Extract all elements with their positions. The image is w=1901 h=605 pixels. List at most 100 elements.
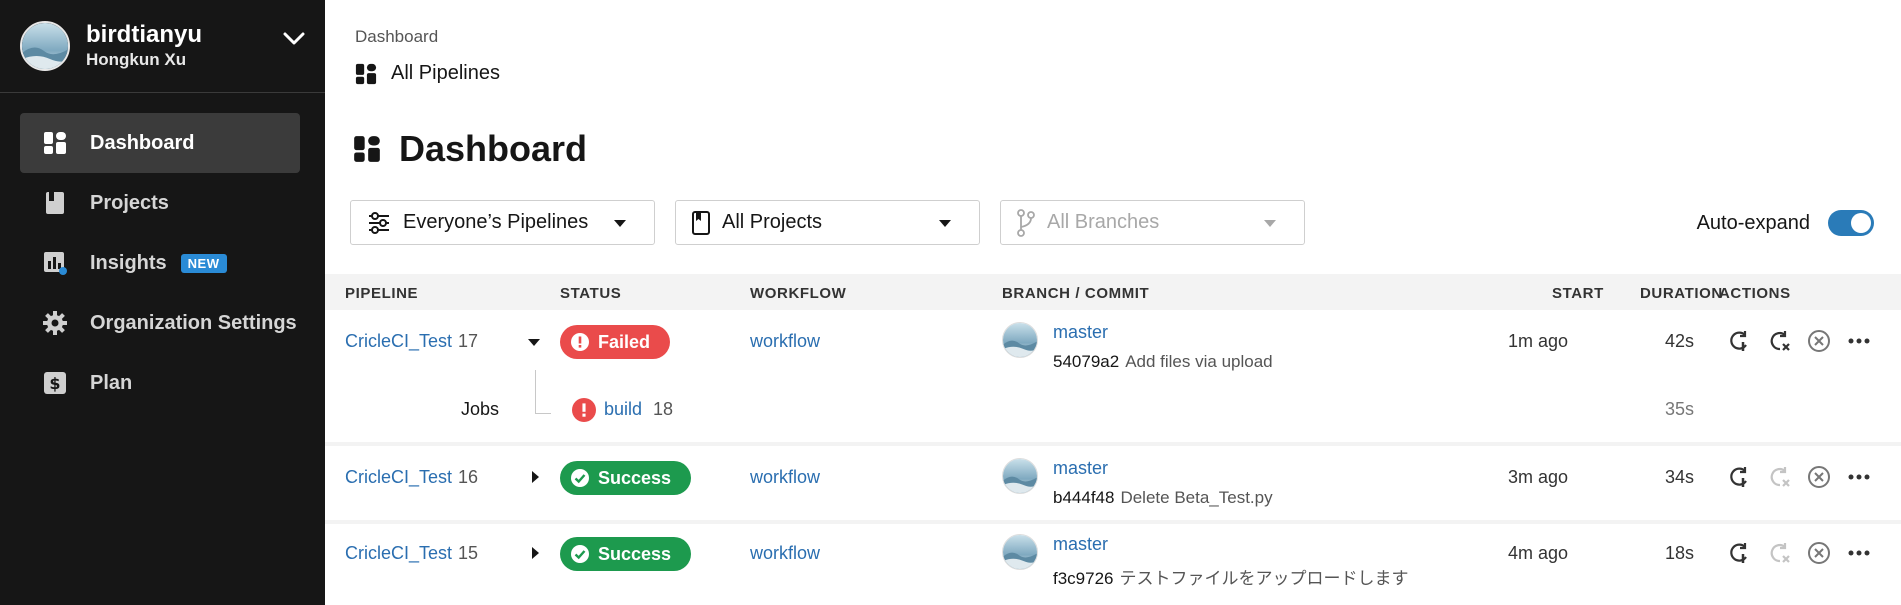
- status-badge[interactable]: Success: [560, 537, 692, 571]
- duration: 34s: [1664, 467, 1694, 487]
- commit-message: テストファイルをアップロードします: [1119, 569, 1409, 588]
- table-row: CricleCI_Test 17 Failed workflow master …: [325, 310, 1901, 445]
- toggle-knob: [1851, 213, 1871, 233]
- pipeline-project-link[interactable]: CricleCI_Test: [345, 331, 452, 352]
- table-row: CricleCI_Test 16 Success workflow master…: [325, 446, 1901, 522]
- status-label: Failed: [598, 331, 651, 352]
- sidebar-item-dashboard[interactable]: Dashboard: [20, 113, 300, 173]
- row-actions: [1727, 329, 1887, 353]
- header-start: START: [1552, 285, 1604, 302]
- branch-link[interactable]: master: [1053, 458, 1108, 479]
- cancel-icon[interactable]: [1807, 541, 1831, 565]
- sidebar-item-label: Projects: [90, 191, 169, 214]
- check-circle-icon: [570, 544, 590, 564]
- expand-icon[interactable]: [532, 471, 539, 483]
- new-badge: NEW: [180, 253, 227, 273]
- status-badge[interactable]: Failed: [560, 325, 671, 359]
- branches-filter-value: All Branches: [1047, 211, 1160, 233]
- dashboard-icon: [355, 63, 377, 85]
- pipeline-number: 17: [458, 331, 479, 351]
- header-pipeline: PIPELINE: [345, 285, 419, 302]
- job-link[interactable]: build: [604, 399, 642, 420]
- row-actions: [1727, 541, 1887, 565]
- rerun-failed-icon: [1767, 541, 1791, 565]
- projects-filter[interactable]: All Projects: [675, 200, 980, 245]
- branch-link[interactable]: master: [1053, 534, 1108, 555]
- page-title-text: Dashboard: [399, 128, 588, 169]
- dashboard-icon: [42, 130, 68, 156]
- pipeline-number: 15: [458, 543, 479, 563]
- sidebar-item-organization-settings[interactable]: Organization Settings: [20, 293, 300, 353]
- org-switcher[interactable]: birdtianyu Hongkun Xu: [0, 0, 325, 93]
- auto-expand-label: Auto-expand: [1696, 211, 1810, 234]
- commit-sha[interactable]: f3c9726: [1053, 569, 1114, 588]
- sidebar-item-label: Plan: [90, 371, 133, 394]
- chevron-down-icon[interactable]: [283, 32, 305, 51]
- commit-message: Add files via upload: [1125, 352, 1273, 371]
- breadcrumb-current: All Pipelines: [355, 62, 500, 85]
- commit-sha[interactable]: 54079a2: [1053, 352, 1119, 371]
- status-badge[interactable]: Success: [560, 461, 692, 495]
- branch-link[interactable]: master: [1053, 322, 1108, 343]
- job-duration: 35s: [1664, 399, 1694, 419]
- commit-info: 54079a2 Add files via upload: [1053, 352, 1273, 372]
- table-row: CricleCI_Test 15 Success workflow master…: [325, 522, 1901, 598]
- sidebar-item-label: Dashboard: [90, 131, 195, 154]
- gear-icon: [42, 310, 68, 336]
- status-label: Success: [598, 543, 672, 564]
- more-icon[interactable]: [1847, 465, 1871, 489]
- sidebar-item-label: Organization Settings: [90, 311, 297, 334]
- workflow-link[interactable]: workflow: [750, 331, 820, 352]
- org-avatar: [20, 21, 70, 71]
- breadcrumb-parent[interactable]: Dashboard: [355, 27, 438, 47]
- workflow-link[interactable]: workflow: [750, 543, 820, 564]
- rerun-failed-icon: [1767, 465, 1791, 489]
- sidebar: birdtianyu Hongkun Xu Dashboard Projects…: [0, 0, 325, 605]
- avatar: [1002, 458, 1038, 494]
- commit-message: Delete Beta_Test.py: [1120, 488, 1273, 507]
- branches-filter[interactable]: All Branches: [1000, 200, 1305, 245]
- dashboard-icon: [353, 135, 381, 163]
- cancel-icon[interactable]: [1807, 329, 1831, 353]
- start-time: 1m ago: [1507, 331, 1568, 351]
- sidebar-item-insights[interactable]: Insights NEW: [20, 233, 300, 293]
- tree-connector: [535, 370, 551, 414]
- rerun-icon[interactable]: [1727, 329, 1751, 353]
- book-icon: [42, 190, 68, 216]
- filter-sliders-icon: [367, 211, 391, 234]
- more-icon[interactable]: [1847, 541, 1871, 565]
- rerun-failed-icon[interactable]: [1767, 329, 1791, 353]
- auto-expand-toggle[interactable]: [1828, 210, 1874, 236]
- commit-sha[interactable]: b444f48: [1053, 488, 1114, 507]
- job-number: 18: [653, 399, 674, 419]
- rerun-icon[interactable]: [1727, 465, 1751, 489]
- row-actions: [1727, 465, 1887, 489]
- commit-info: f3c9726 テストファイルをアップロードします: [1053, 564, 1409, 589]
- expand-icon[interactable]: [532, 547, 539, 559]
- pipeline-project-link[interactable]: CricleCI_Test: [345, 543, 452, 564]
- page-title: Dashboard: [353, 128, 587, 170]
- sidebar-item-plan[interactable]: $ Plan: [20, 353, 300, 413]
- collapse-icon[interactable]: [528, 339, 540, 346]
- workflow-link[interactable]: workflow: [750, 467, 820, 488]
- caret-down-icon: [1264, 220, 1276, 227]
- rerun-icon[interactable]: [1727, 541, 1751, 565]
- sidebar-item-projects[interactable]: Projects: [20, 173, 300, 233]
- alert-icon: [570, 332, 590, 352]
- user-name: Hongkun Xu: [86, 50, 187, 69]
- pipelines-filter[interactable]: Everyone’s Pipelines: [350, 200, 655, 245]
- more-icon[interactable]: [1847, 329, 1871, 353]
- header-actions: ACTIONS: [1719, 285, 1791, 302]
- breadcrumb-current-label: All Pipelines: [391, 62, 500, 84]
- cancel-icon[interactable]: [1807, 465, 1831, 489]
- commit-info: b444f48 Delete Beta_Test.py: [1053, 488, 1273, 508]
- avatar: [1002, 534, 1038, 570]
- caret-down-icon: [939, 220, 951, 227]
- pipeline-project-link[interactable]: CricleCI_Test: [345, 467, 452, 488]
- table-header: PIPELINE STATUS WORKFLOW BRANCH / COMMIT…: [325, 274, 1901, 310]
- jobs-label: Jobs: [461, 399, 500, 419]
- caret-down-icon: [614, 220, 626, 227]
- check-circle-icon: [570, 468, 590, 488]
- org-name: birdtianyu: [86, 21, 203, 48]
- header-duration: DURATION: [1640, 285, 1723, 302]
